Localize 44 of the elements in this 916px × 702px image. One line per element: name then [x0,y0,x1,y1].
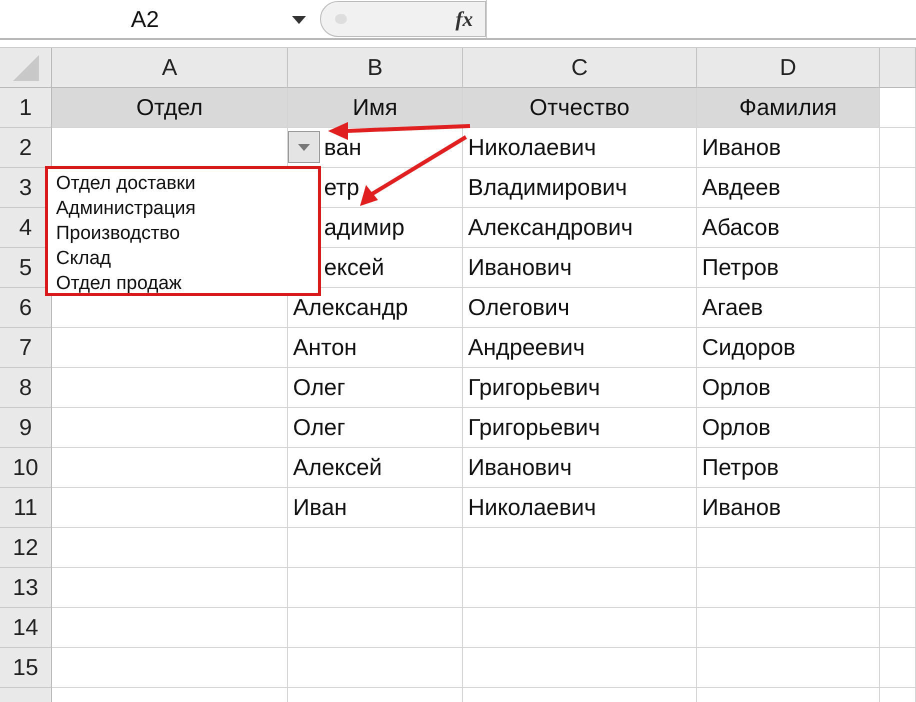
caret-icon[interactable] [292,16,306,24]
table-cell: Иванович [463,448,697,488]
column-header[interactable]: D [697,48,880,88]
table-cell: Отдел [52,88,288,128]
table-cell [880,88,916,128]
table-cell: Фамилия [697,88,880,128]
row-header[interactable]: 1 [0,88,52,128]
table-cell: Александрович [463,208,697,248]
column-header[interactable]: B [288,48,463,88]
row-header[interactable]: 14 [0,608,52,648]
select-all-button[interactable] [0,48,52,88]
table-cell: Алексей [288,448,463,488]
row-header[interactable]: 13 [0,568,52,608]
table-cell: Имя [288,88,463,128]
row-header[interactable]: 11 [0,488,52,528]
row-header[interactable]: 15 [0,648,52,688]
table-cell: Отчество [463,88,697,128]
table-cell: Николаевич [463,488,697,528]
row-header[interactable]: 10 [0,448,52,488]
column-header[interactable]: A [52,48,288,88]
table-cell: Владимирович [463,168,697,208]
row-header[interactable]: 12 [0,528,52,568]
caret-icon [298,144,310,150]
formula-bar-button[interactable]: fx [320,1,486,37]
table-cell: Иван [288,488,463,528]
row-header[interactable]: 9 [0,408,52,448]
table-cell: Антон [288,328,463,368]
row-header[interactable]: 2 [0,128,52,168]
column-header[interactable] [880,48,916,88]
dropdown-button[interactable] [288,131,320,163]
table-cell: Иванович [463,248,697,288]
table-cell: Олег [288,408,463,448]
table-cell: Григорьевич [463,368,697,408]
triangle-icon [12,54,38,80]
table-cell: Андреевич [463,328,697,368]
row-header[interactable]: 8 [0,368,52,408]
name-box[interactable]: A2 [0,0,320,38]
table-cell: Олег [288,368,463,408]
table-cell: Олегович [463,288,697,328]
row-header[interactable]: 7 [0,328,52,368]
row-header[interactable]: 6 [0,288,52,328]
column-header[interactable]: C [463,48,697,88]
table-cell: Николаевич [463,128,697,168]
table-cell: Григорьевич [463,408,697,448]
